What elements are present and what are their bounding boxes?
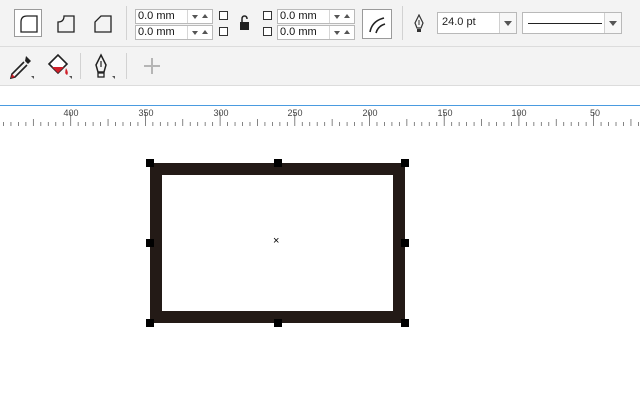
corner-radius-top-left-value: 0.0 mm (138, 10, 175, 22)
selection-handle-bottom-right[interactable] (401, 319, 409, 327)
ruler-label: 50 (589, 108, 601, 118)
add-icon[interactable] (142, 56, 162, 76)
chamfered-corner-button[interactable] (88, 9, 116, 37)
corner-top-right-indicator-icon (263, 11, 272, 20)
corner-radius-bottom-left-spinner[interactable] (187, 26, 212, 39)
corner-radius-bottom-left-value: 0.0 mm (138, 26, 175, 38)
outline-style-combo[interactable] (522, 12, 622, 34)
ruler-label: 250 (287, 108, 303, 118)
corner-radius-top-left-spinner[interactable] (187, 10, 212, 23)
outline-width-dropdown-button[interactable] (499, 13, 516, 33)
ruler-label: 200 (362, 108, 378, 118)
outline-width-value: 24.0 pt (442, 16, 476, 28)
property-bar: 0.0 mm 0.0 mm 0.0 mm 0.0 mm 24.0 pt (0, 0, 640, 47)
corner-scaling-icon (369, 17, 386, 34)
corner-radius-top-left-input[interactable]: 0.0 mm (135, 9, 213, 24)
selection-handle-top[interactable] (274, 159, 282, 167)
chevron-down-icon (609, 21, 617, 26)
scalloped-corner-icon (57, 15, 75, 33)
selection-handle-left[interactable] (146, 239, 154, 247)
eyedropper-icon[interactable] (6, 52, 36, 82)
pen-icon[interactable] (88, 52, 118, 82)
round-corner-icon (20, 15, 38, 33)
corner-radius-top-right-input[interactable]: 0.0 mm (277, 9, 355, 24)
round-corner-button[interactable] (14, 9, 42, 37)
ruler-label: 300 (213, 108, 229, 118)
tool-bar (0, 47, 640, 86)
chevron-down-icon (504, 21, 512, 26)
corner-radius-bottom-left-input[interactable]: 0.0 mm (135, 25, 213, 40)
chamfered-corner-icon (94, 15, 112, 33)
scalloped-corner-button[interactable] (51, 9, 79, 37)
selection-center-marker-icon[interactable]: × (273, 236, 279, 247)
corner-top-left-indicator-icon (219, 11, 228, 20)
corner-bottom-right-indicator-icon (263, 27, 272, 36)
selection-handle-bottom[interactable] (274, 319, 282, 327)
corner-radius-bottom-right-spinner[interactable] (329, 26, 354, 39)
corner-radius-top-right-spinner[interactable] (329, 10, 354, 23)
corner-radius-bottom-right-input[interactable]: 0.0 mm (277, 25, 355, 40)
selection-handle-bottom-left[interactable] (146, 319, 154, 327)
ruler-label: 400 (63, 108, 79, 118)
ruler-ticks (3, 112, 639, 126)
outline-width-combo[interactable]: 24.0 pt (437, 12, 517, 34)
selection-handle-right[interactable] (401, 239, 409, 247)
corner-bottom-left-indicator-icon (219, 27, 228, 36)
outline-style-line-preview (528, 23, 602, 24)
horizontal-ruler[interactable]: 400 350 300 250 200 150 100 50 (0, 105, 640, 127)
corner-radius-top-right-value: 0.0 mm (280, 10, 317, 22)
ruler-label: 150 (437, 108, 453, 118)
corner-radius-bottom-right-value: 0.0 mm (280, 26, 317, 38)
selection-handle-top-left[interactable] (146, 159, 154, 167)
lock-icon[interactable] (238, 14, 252, 32)
outline-pen-icon (414, 14, 424, 32)
ruler-label: 100 (511, 108, 527, 118)
fill-bucket-icon[interactable] (44, 52, 74, 82)
ruler-label: 350 (138, 108, 154, 118)
selection-handle-top-right[interactable] (401, 159, 409, 167)
outline-style-dropdown-button[interactable] (604, 13, 621, 33)
relative-corner-scaling-button[interactable] (362, 9, 392, 39)
